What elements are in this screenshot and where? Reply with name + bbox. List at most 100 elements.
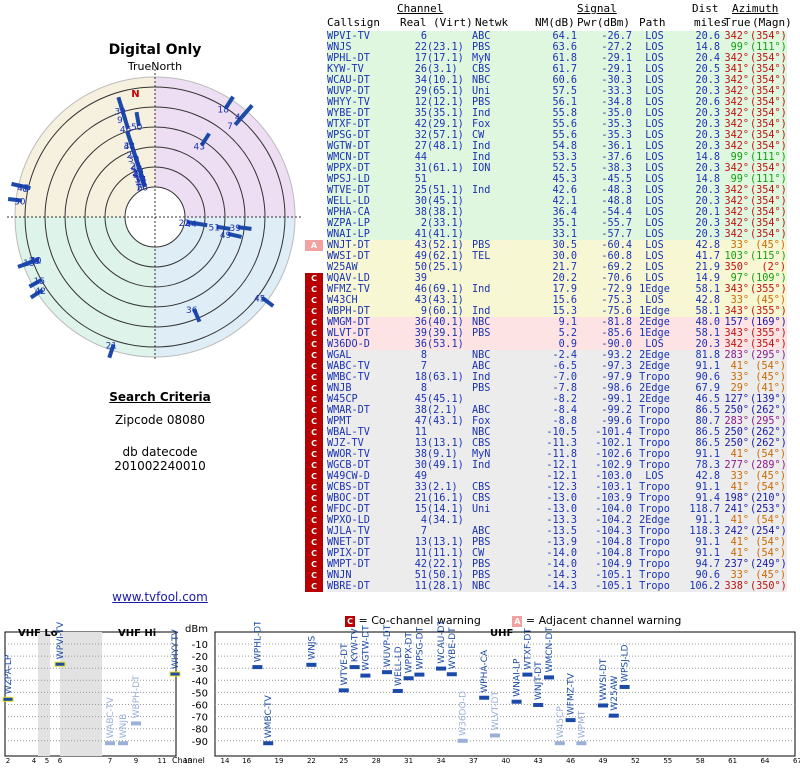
- table-row[interactable]: WGTW-DT 27 (48.1) Ind 54.8 -36.1 LOS 20.3 342° (3…: [327, 141, 787, 152]
- site-link[interactable]: www.tvfool.com: [60, 590, 260, 604]
- table-row[interactable]: WBRE-DT 11 (28.1) NBC -14.3 -105.1 Tropo 106.2 3…: [327, 581, 787, 592]
- cell-callsign[interactable]: WHYY-TV: [327, 97, 370, 108]
- table-row[interactable]: WPMT 47 (43.1) Fox -8.8 -99.6 Tropo 80.7 283° (29…: [327, 416, 787, 427]
- table-row[interactable]: WFDC-DT 15 (14.1) Uni -13.0 -104.0 Tropo 118.7 2…: [327, 504, 787, 515]
- table-row[interactable]: WCBS-DT 33 (2.1) CBS -12.3 -103.1 Tropo 91.1 41°…: [327, 482, 787, 493]
- cell-callsign[interactable]: WMAR-DT: [327, 405, 370, 416]
- table-row[interactable]: WHYY-TV 12 (12.1) PBS 56.1 -34.8 LOS 20.6 342° (3…: [327, 97, 787, 108]
- table-row[interactable]: WPIX-DT 11 (11.1) CW -14.0 -104.8 Tropo 91.1 41°…: [327, 548, 787, 559]
- cell-callsign[interactable]: WGTW-DT: [327, 141, 370, 152]
- cell-callsign[interactable]: WPVI-TV: [327, 31, 370, 42]
- cell-callsign[interactable]: WELL-LD: [327, 196, 370, 207]
- table-row[interactable]: WLVT-DT 39 (39.1) PBS 5.2 -85.6 1Edge 58.1 343°(…: [327, 328, 787, 339]
- cell-callsign[interactable]: WWSI-DT: [327, 251, 370, 262]
- table-row[interactable]: WPPX-DT 31 (61.1) ION 52.5 -38.3 LOS 20.3 342° (3…: [327, 163, 787, 174]
- table-row[interactable]: W45CP 45 (45.1) -8.2 -99.1 2Edge 46.5 127° (139°…: [327, 394, 787, 405]
- table-row[interactable]: WGCB-DT 30 (49.1) Ind -12.1 -102.9 Tropo 78.3 27…: [327, 460, 787, 471]
- table-row[interactable]: WBPH-DT 9 (60.1) Ind 15.3 -75.6 1Edge 58.1 343°(…: [327, 306, 787, 317]
- cell-callsign[interactable]: WUVP-DT: [327, 86, 370, 97]
- table-row[interactable]: WMAR-DT 38 (2.1) ABC -8.4 -99.2 Tropo 86.5 250°(…: [327, 405, 787, 416]
- cell-callsign[interactable]: WABC-TV: [327, 361, 370, 372]
- table-row[interactable]: WABC-TV 7 ABC -6.5 -97.3 2Edge 91.1 41° (54°): [327, 361, 787, 372]
- cell-callsign[interactable]: W25AW: [327, 262, 358, 273]
- table-row[interactable]: WBAL-TV 11 NBC -10.5 -101.4 Tropo 86.5 250° (262…: [327, 427, 787, 438]
- table-row[interactable]: WELL-LD 30 (45.1) 42.1 -48.8 LOS 20.3 342° (354°…: [327, 196, 787, 207]
- cell-callsign[interactable]: WMCN-DT: [327, 152, 370, 163]
- cell-callsign[interactable]: WBRE-DT: [327, 581, 370, 592]
- cell-callsign[interactable]: WWOR-TV: [327, 449, 370, 460]
- cell-callsign[interactable]: WTXF-DT: [327, 119, 370, 130]
- table-row[interactable]: WMCN-DT 44 Ind 53.3 -37.6 LOS 14.8 99° (111°): [327, 152, 787, 163]
- table-row[interactable]: WQAV-LD 39 20.2 -70.6 LOS 14.9 97° (109°): [327, 273, 787, 284]
- table-row[interactable]: WGAL 8 NBC -2.4 -93.2 2Edge 81.8 283° (295°): [327, 350, 787, 361]
- table-row[interactable]: W43CH 43 (43.1) 15.6 -75.3 LOS 42.8 33° (45°): [327, 295, 787, 306]
- table-row[interactable]: WZPA-LP 2 (33.1) 35.1 -55.7 LOS 20.3 342° (354°): [327, 218, 787, 229]
- cell-callsign[interactable]: WLVT-DT: [327, 328, 370, 339]
- table-row[interactable]: WWOR-TV 38 (9.1) MyN -11.8 -102.6 Tropo 91.1 41°…: [327, 449, 787, 460]
- table-row[interactable]: WFMZ-TV 46 (69.1) Ind 17.9 -72.9 1Edge 58.1 343°…: [327, 284, 787, 295]
- cell-callsign[interactable]: WMBC-TV: [327, 372, 370, 383]
- table-row[interactable]: WYBE-DT 35 (35.1) Ind 55.8 -35.0 LOS 20.3 342° (3…: [327, 108, 787, 119]
- table-row[interactable]: WNJS 22 (23.1) PBS 63.6 -27.2 LOS 14.8 99° (111°): [327, 42, 787, 53]
- cell-callsign[interactable]: WNAI-LP: [327, 229, 370, 240]
- cell-callsign[interactable]: WBPH-DT: [327, 306, 370, 317]
- table-row[interactable]: WMBC-TV 18 (63.1) Ind -7.0 -97.9 Tropo 90.6 33°(…: [327, 372, 787, 383]
- table-row[interactable]: WUVP-DT 29 (65.1) Uni 57.5 -33.3 LOS 20.3 342° (3…: [327, 86, 787, 97]
- cell-callsign[interactable]: WFDC-DT: [327, 504, 370, 515]
- table-row[interactable]: WJZ-TV 13 (13.1) CBS -11.3 -102.1 Tropo 86.5 250…: [327, 438, 787, 449]
- cell-callsign[interactable]: WZPA-LP: [327, 218, 370, 229]
- cell-callsign[interactable]: WMPT-DT: [327, 559, 370, 570]
- table-row[interactable]: WWSI-DT 49 (62.1) TEL 30.0 -60.8 LOS 41.7 103° (1…: [327, 251, 787, 262]
- cell-callsign[interactable]: KYW-TV: [327, 64, 364, 75]
- cell-callsign[interactable]: W45CP: [327, 394, 358, 405]
- table-row[interactable]: WNJT-DT 43 (52.1) PBS 30.5 -60.4 LOS 42.8 33° (45…: [327, 240, 787, 251]
- table-row[interactable]: WNJB 8 PBS -7.8 -98.6 2Edge 67.9 29° (41°): [327, 383, 787, 394]
- table-row[interactable]: WTXF-DT 42 (29.1) Fox 55.6 -35.3 LOS 20.3 342° (3…: [327, 119, 787, 130]
- table-row[interactable]: WNAI-LP 41 (41.1) 33.1 -57.7 LOS 20.3 342° (354°…: [327, 229, 787, 240]
- cell-callsign[interactable]: W36DO-D: [327, 339, 370, 350]
- cell-callsign[interactable]: WNET-DT: [327, 537, 370, 548]
- table-row[interactable]: WPSG-DT 32 (57.1) CW 55.6 -35.3 LOS 20.3 342° (35…: [327, 130, 787, 141]
- cell-callsign[interactable]: WPPX-DT: [327, 163, 370, 174]
- cell-callsign[interactable]: WPHL-DT: [327, 53, 370, 64]
- cell-callsign[interactable]: WBOC-DT: [327, 493, 370, 504]
- table-row[interactable]: WJLA-TV 7 ABC -13.5 -104.3 Tropo 118.3 242° (254…: [327, 526, 787, 537]
- table-row[interactable]: W25AW 50 (25.1) 21.7 -69.2 LOS 21.9 350° (2°): [327, 262, 787, 273]
- cell-callsign[interactable]: WCAU-DT: [327, 75, 370, 86]
- table-row[interactable]: WNET-DT 13 (13.1) PBS -13.9 -104.8 Tropo 91.1 41…: [327, 537, 787, 548]
- table-row[interactable]: KYW-TV 26 (3.1) CBS 61.7 -29.1 LOS 20.5 341° (354…: [327, 64, 787, 75]
- table-row[interactable]: WPHA-CA 38 (38.1) 36.4 -54.4 LOS 20.1 342° (354°…: [327, 207, 787, 218]
- cell-callsign[interactable]: WCBS-DT: [327, 482, 370, 493]
- cell-callsign[interactable]: WPIX-DT: [327, 548, 370, 559]
- table-row[interactable]: WNJN 51 (50.1) PBS -14.3 -105.1 Tropo 90.6 33° (4…: [327, 570, 787, 581]
- cell-callsign[interactable]: WNJT-DT: [327, 240, 370, 251]
- cell-callsign[interactable]: WPXO-LD: [327, 515, 370, 526]
- table-row[interactable]: WPHL-DT 17 (17.1) MyN 61.8 -29.1 LOS 20.4 342° (3…: [327, 53, 787, 64]
- table-row[interactable]: WMPT-DT 42 (22.1) PBS -14.0 -104.9 Tropo 94.7 23…: [327, 559, 787, 570]
- table-row[interactable]: WPSJ-LD 51 45.3 -45.5 LOS 14.8 99° (111°): [327, 174, 787, 185]
- cell-callsign[interactable]: WGAL: [327, 350, 352, 361]
- cell-callsign[interactable]: WJZ-TV: [327, 438, 364, 449]
- table-row[interactable]: WBOC-DT 21 (16.1) CBS -13.0 -103.9 Tropo 91.4 19…: [327, 493, 787, 504]
- cell-callsign[interactable]: WJLA-TV: [327, 526, 370, 537]
- cell-callsign[interactable]: WNJS: [327, 42, 352, 53]
- cell-callsign[interactable]: WNJB: [327, 383, 352, 394]
- table-row[interactable]: WMGM-DT 36 (40.1) NBC 9.1 -81.8 2Edge 48.0 157°(…: [327, 317, 787, 328]
- table-row[interactable]: WPVI-TV 6 ABC 64.1 -26.7 LOS 20.6 342° (354°): [327, 31, 787, 42]
- cell-callsign[interactable]: WYBE-DT: [327, 108, 370, 119]
- table-row[interactable]: W36DO-D 36 (53.1) 0.9 -90.0 LOS 20.3 342° (354°): [327, 339, 787, 350]
- cell-callsign[interactable]: WBAL-TV: [327, 427, 370, 438]
- cell-callsign[interactable]: W43CH: [327, 295, 358, 306]
- cell-callsign[interactable]: WPSG-DT: [327, 130, 370, 141]
- cell-callsign[interactable]: WPMT: [327, 416, 352, 427]
- table-row[interactable]: WPXO-LD 4 (34.1) -13.3 -104.2 2Edge 91.1 41° (54…: [327, 515, 787, 526]
- cell-callsign[interactable]: WPHA-CA: [327, 207, 370, 218]
- cell-callsign[interactable]: WNJN: [327, 570, 352, 581]
- cell-callsign[interactable]: WTVE-DT: [327, 185, 370, 196]
- cell-callsign[interactable]: WFMZ-TV: [327, 284, 370, 295]
- cell-callsign[interactable]: W49CW-D: [327, 471, 370, 482]
- cell-callsign[interactable]: WMGM-DT: [327, 317, 370, 328]
- cell-callsign[interactable]: WGCB-DT: [327, 460, 370, 471]
- table-row[interactable]: W49CW-D 49 -12.1 -103.0 LOS 42.8 33° (45°): [327, 471, 787, 482]
- cell-callsign[interactable]: WPSJ-LD: [327, 174, 370, 185]
